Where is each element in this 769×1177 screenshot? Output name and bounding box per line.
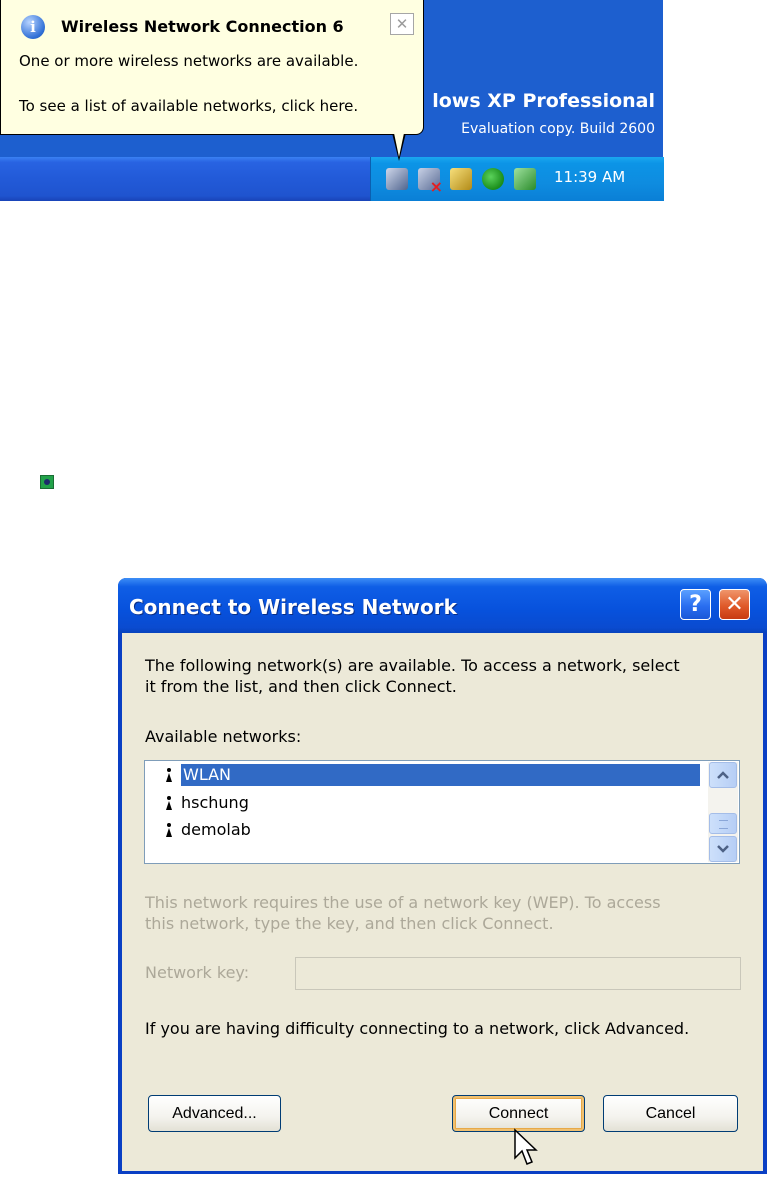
tray-clock[interactable]: 11:39 AM bbox=[554, 168, 625, 186]
desktop-watermark-build: Evaluation copy. Build 2600 bbox=[461, 121, 655, 137]
intro-text: The following network(s) are available. … bbox=[145, 656, 680, 675]
balloon-notification[interactable]: i Wireless Network Connection 6 ✕ One or… bbox=[0, 0, 424, 135]
help-button[interactable]: ? bbox=[680, 589, 711, 620]
safely-remove-hardware-icon[interactable] bbox=[514, 168, 536, 190]
wireless-status-icon bbox=[40, 475, 54, 489]
connect-wireless-dialog: Connect to Wireless Network ? ✕ The foll… bbox=[118, 578, 767, 1174]
keys-icon[interactable] bbox=[450, 168, 472, 190]
chevron-down-icon bbox=[717, 845, 729, 853]
connect-button[interactable]: Connect bbox=[452, 1095, 585, 1132]
network-name: hschung bbox=[181, 793, 249, 812]
cancel-button[interactable]: Cancel bbox=[603, 1095, 738, 1132]
network-item-wlan[interactable]: WLAN bbox=[145, 762, 707, 789]
wireless-antenna-icon bbox=[165, 768, 173, 782]
wep-note: This network requires the use of a netwo… bbox=[145, 893, 661, 912]
network-item-hschung[interactable]: hschung bbox=[145, 790, 707, 817]
intro-text: it from the list, and then click Connect… bbox=[145, 677, 457, 696]
chevron-up-icon bbox=[717, 771, 729, 779]
scroll-thumb[interactable] bbox=[709, 813, 737, 834]
desktop-watermark-title: lows XP Professional bbox=[432, 90, 655, 112]
balloon-message: One or more wireless networks are availa… bbox=[19, 52, 359, 70]
advanced-hint-text: If you are having difficulty connecting … bbox=[145, 1019, 690, 1038]
dialog-title: Connect to Wireless Network bbox=[129, 595, 457, 619]
advanced-button[interactable]: Advanced... bbox=[148, 1095, 281, 1132]
mouse-pointer-icon bbox=[514, 1128, 538, 1165]
messenger-icon[interactable] bbox=[482, 168, 504, 190]
dialog-titlebar[interactable]: Connect to Wireless Network ? ✕ bbox=[118, 578, 767, 633]
wep-note: this network, type the key, and then cli… bbox=[145, 914, 554, 933]
available-networks-label: Available networks: bbox=[145, 727, 302, 746]
wireless-network-icon[interactable] bbox=[386, 168, 408, 190]
info-icon: i bbox=[21, 15, 45, 39]
network-item-demolab[interactable]: demolab bbox=[145, 817, 707, 844]
network-key-input bbox=[295, 957, 741, 990]
balloon-click-here-link[interactable]: To see a list of available networks, cli… bbox=[19, 97, 358, 115]
wireless-antenna-icon bbox=[165, 823, 173, 837]
dialog-body: The following network(s) are available. … bbox=[122, 633, 763, 1171]
network-key-label: Network key: bbox=[145, 963, 250, 982]
network-disconnected-icon[interactable] bbox=[418, 168, 443, 196]
close-button[interactable]: ✕ bbox=[719, 589, 750, 620]
network-name: demolab bbox=[181, 820, 251, 839]
balloon-tail-fill bbox=[394, 133, 404, 157]
scroll-down-button[interactable] bbox=[709, 836, 737, 862]
list-scrollbar[interactable] bbox=[708, 762, 738, 862]
wireless-antenna-icon bbox=[165, 796, 173, 810]
balloon-close-button[interactable]: ✕ bbox=[390, 13, 414, 35]
balloon-title: Wireless Network Connection 6 bbox=[61, 17, 344, 36]
scroll-up-button[interactable] bbox=[709, 762, 737, 788]
network-name: WLAN bbox=[181, 764, 700, 786]
available-networks-list[interactable]: WLAN hschung demolab bbox=[144, 760, 740, 864]
